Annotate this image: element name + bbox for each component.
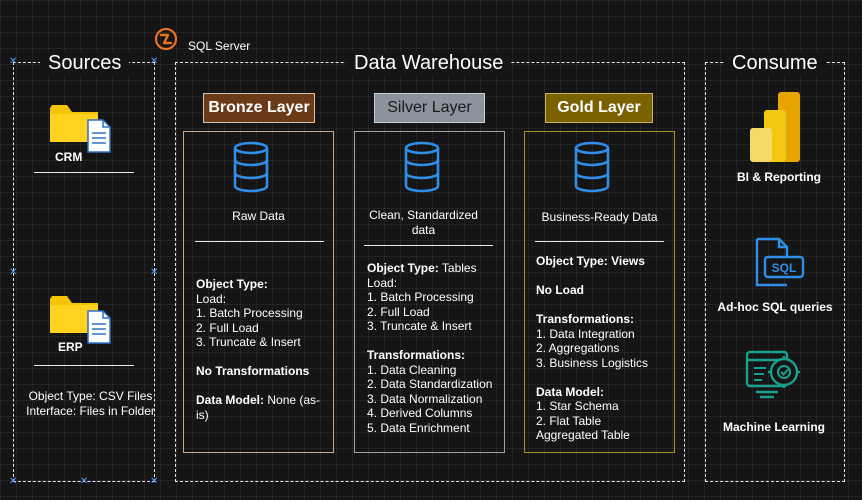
bronze-load-item: 2. Full Load xyxy=(196,320,259,335)
silver-description-line2: data xyxy=(411,223,436,237)
gold-details: Object Type: Views No Load Transformatio… xyxy=(536,254,670,443)
gold-transformation-item: 2. Aggregations xyxy=(536,341,620,355)
gold-transformation-item: 3. Business Logistics xyxy=(536,355,649,370)
gold-data-model-item: 2. Flat Table xyxy=(536,413,602,428)
machine-learning-icon xyxy=(745,350,800,399)
crm-label: CRM xyxy=(55,150,83,164)
gold-object-type: Object Type: Views xyxy=(536,254,645,268)
gold-description: Business-Ready Data xyxy=(541,210,658,224)
silver-details: Object Type: Tables Load: 1. Batch Proce… xyxy=(367,261,501,435)
power-bi-icon xyxy=(750,92,800,162)
bronze-details: Object Type: Load: 1. Batch Processing 2… xyxy=(196,277,330,422)
gold-data-model-item: 1. Star Schema xyxy=(536,399,619,413)
bronze-load-item: 3. Truncate & Insert xyxy=(196,335,301,349)
database-icon xyxy=(233,141,269,193)
divider xyxy=(364,245,493,246)
gold-data-model-item: Aggregated Table xyxy=(536,428,630,442)
silver-load-item: 3. Truncate & Insert xyxy=(367,319,472,333)
sql-server-icon xyxy=(153,26,179,52)
sql-file-icon: SQL xyxy=(755,237,805,287)
warehouse-title: Data Warehouse xyxy=(346,51,512,75)
gold-layer-label: Gold Layer xyxy=(545,93,653,123)
bi-reporting-label: BI & Reporting xyxy=(737,170,821,184)
bronze-layer-label: Bronze Layer xyxy=(203,93,315,123)
silver-load-item: 2. Full Load xyxy=(367,304,430,319)
svg-text:SQL: SQL xyxy=(772,261,797,275)
gold-transformation-item: 1. Data Integration xyxy=(536,326,635,341)
silver-layer-label: Silver Layer xyxy=(374,93,485,123)
bronze-load-label: Load: xyxy=(196,291,227,306)
gold-load: No Load xyxy=(536,283,584,297)
silver-transformation-item: 4. Derived Columns xyxy=(367,406,473,420)
folder-file-icon xyxy=(48,291,114,345)
database-icon xyxy=(404,141,440,193)
silver-transformation-item: 1. Data Cleaning xyxy=(367,362,457,377)
silver-object-type-value: Tables xyxy=(438,261,477,275)
silver-transformations-label: Transformations: xyxy=(367,348,466,362)
bronze-object-type-label: Object Type: xyxy=(196,277,268,291)
adhoc-sql-label: Ad-hoc SQL queries xyxy=(717,300,833,314)
sources-interface: Interface: Files in Folder xyxy=(26,404,155,418)
divider xyxy=(34,172,134,173)
sql-server-label: SQL Server xyxy=(188,39,251,53)
silver-transformation-item: 5. Data Enrichment xyxy=(367,420,470,435)
gold-transformations-label: Transformations: xyxy=(536,312,635,326)
bronze-description: Raw Data xyxy=(232,209,285,223)
selection-handle[interactable]: ✕ xyxy=(9,268,17,278)
silver-description-line1: Clean, Standardized xyxy=(369,208,478,222)
selection-handle[interactable]: ✕ xyxy=(9,477,17,487)
silver-object-type-label: Object Type: xyxy=(367,261,439,275)
sources-object-type: Object Type: CSV Files xyxy=(28,389,153,403)
consume-title: Consume xyxy=(724,51,826,75)
selection-handle[interactable]: ✕ xyxy=(150,268,158,278)
divider xyxy=(535,241,664,242)
divider xyxy=(195,241,324,242)
selection-handle[interactable]: ✕ xyxy=(80,477,88,487)
database-icon xyxy=(574,141,610,193)
silver-transformation-item: 2. Data Standardization xyxy=(367,377,493,391)
machine-learning-label: Machine Learning xyxy=(722,420,826,434)
folder-file-icon xyxy=(48,100,114,154)
silver-load-label: Load: xyxy=(367,275,398,290)
bronze-data-model-label: Data Model: xyxy=(196,393,265,407)
sources-title: Sources xyxy=(40,51,130,75)
selection-handle[interactable]: ✕ xyxy=(150,477,158,487)
bronze-transformations: No Transformations xyxy=(196,364,310,378)
silver-transformation-item: 3. Data Normalization xyxy=(367,391,483,406)
erp-label: ERP xyxy=(58,340,83,354)
divider xyxy=(34,365,134,366)
silver-load-item: 1. Batch Processing xyxy=(367,290,474,304)
bronze-load-item: 1. Batch Processing xyxy=(196,306,303,320)
selection-handle[interactable]: ✕ xyxy=(9,57,17,67)
selection-handle[interactable]: ✕ xyxy=(150,57,158,67)
gold-data-model-label: Data Model: xyxy=(536,384,605,399)
